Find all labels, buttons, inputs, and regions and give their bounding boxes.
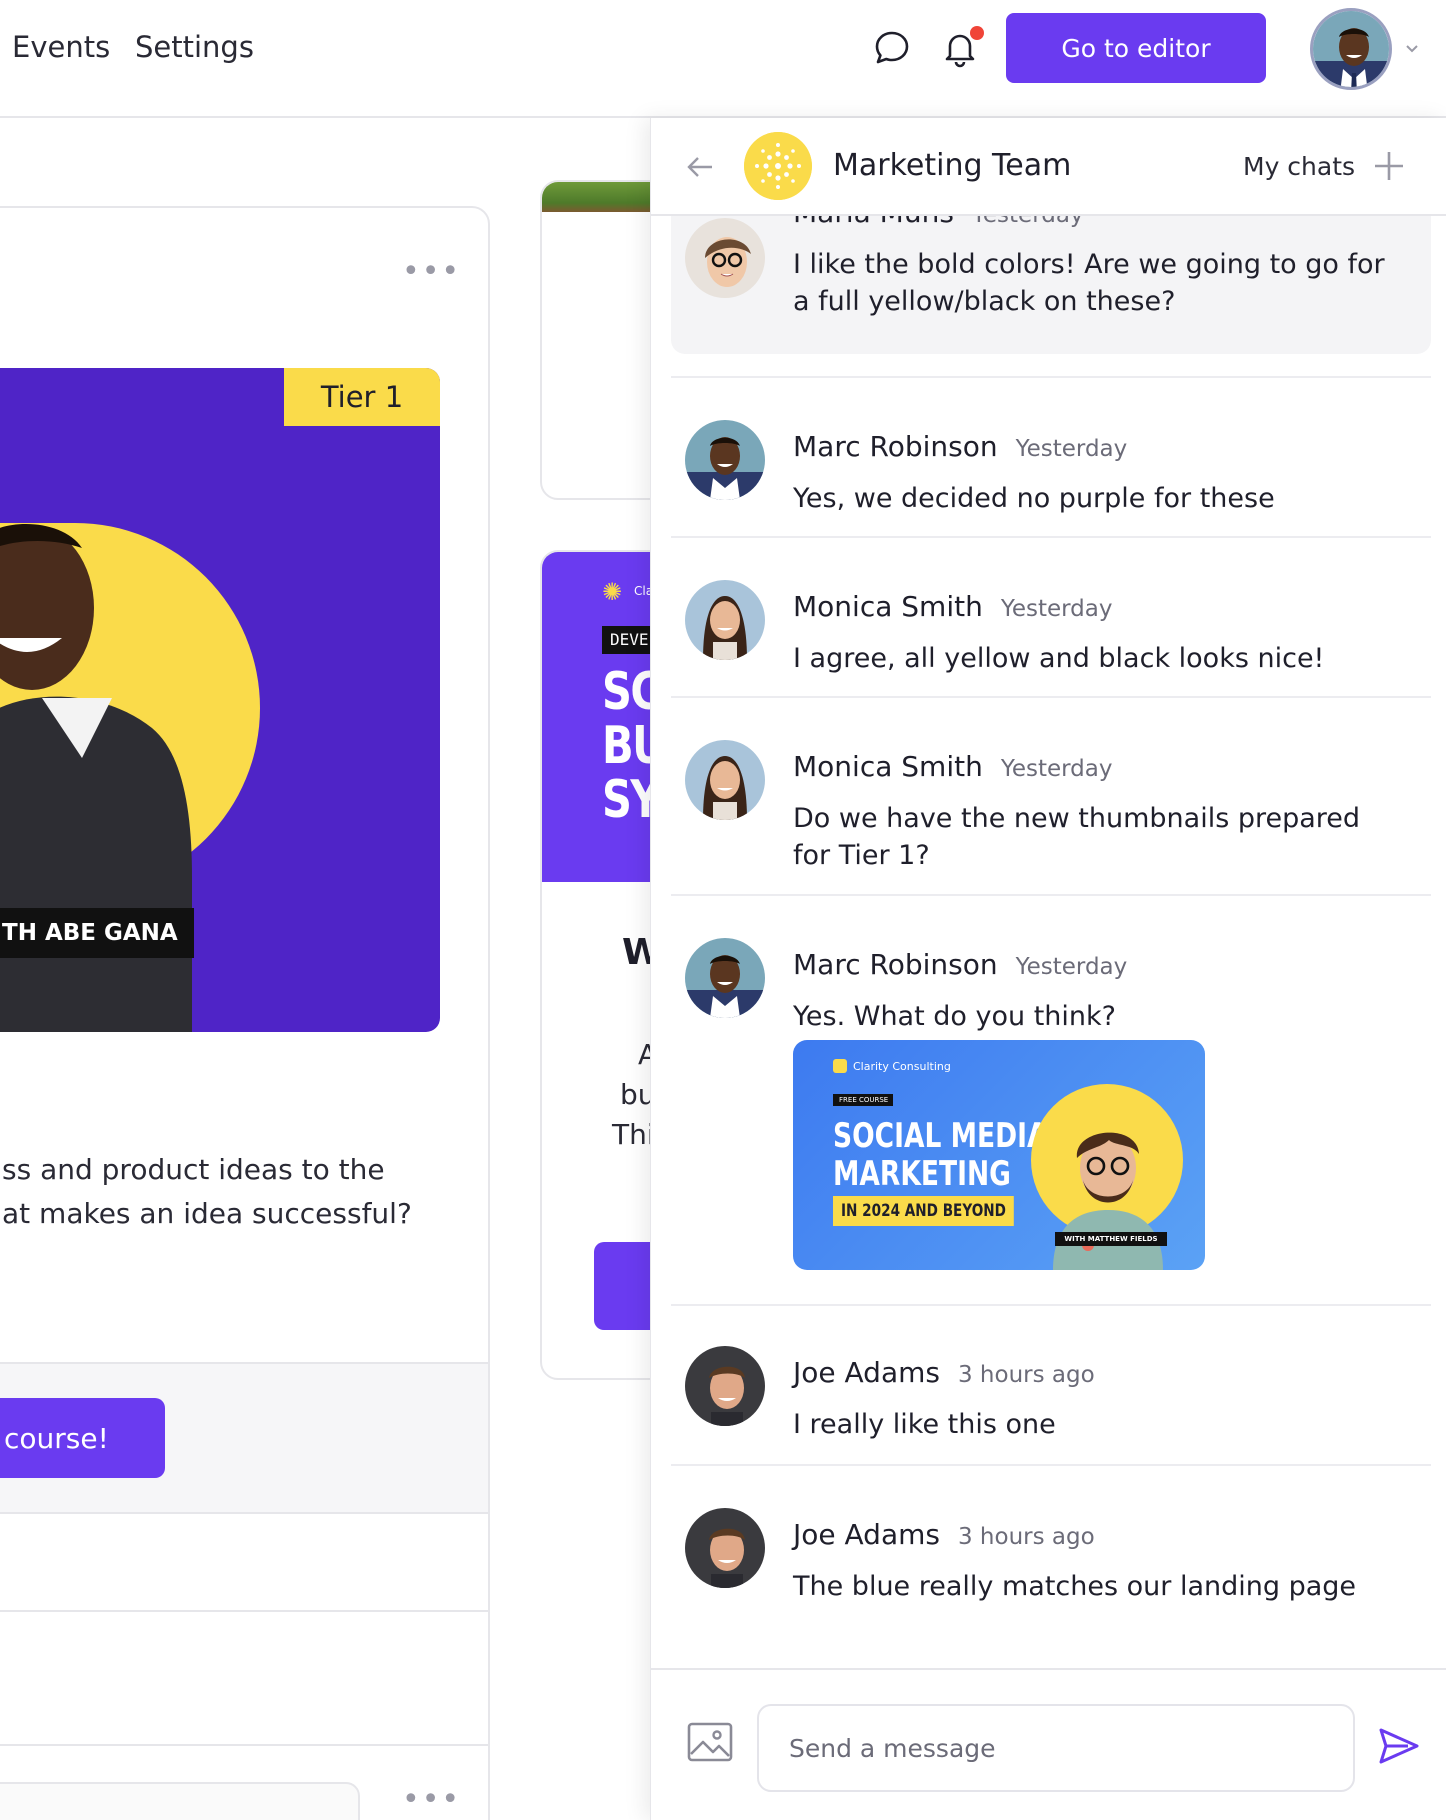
message-item[interactable]: Monica Smith Yesterday Do we have the new…	[671, 718, 1431, 894]
message-author: Marc Robinson Yesterday	[793, 430, 1127, 463]
message-text: I agree, all yellow and black looks nice…	[793, 643, 1325, 674]
attachment-subtitle: IN 2024 AND BEYOND	[833, 1196, 1014, 1226]
course-description-line-1: ss and product ideas to the	[2, 1153, 385, 1186]
author-name: Monica Smith	[793, 750, 983, 783]
brand-logo-icon	[833, 1059, 847, 1073]
author-name: Joe Adams	[793, 1518, 940, 1551]
message-author: Monica Smith Yesterday	[793, 750, 1112, 783]
avatar-image	[685, 580, 765, 660]
course-thumbnail: Tier 1 TH ABE GANA	[0, 368, 440, 1032]
avatar-image	[685, 740, 765, 820]
divider	[0, 1744, 488, 1746]
avatar	[685, 580, 765, 660]
nav-events[interactable]: Events	[12, 30, 110, 64]
message-composer	[651, 1668, 1446, 1820]
message-author: Joe Adams 3 hours ago	[793, 1356, 1095, 1389]
message-time: Yesterday	[1015, 436, 1128, 462]
more-icon[interactable]: •••	[402, 1782, 461, 1817]
message-text: The blue really matches our landing page	[793, 1571, 1357, 1602]
comment-input[interactable]	[0, 1782, 360, 1820]
nav-settings[interactable]: Settings	[135, 30, 254, 64]
message-text: I like the bold colors! Are we going to …	[793, 249, 1385, 317]
avatar	[685, 218, 765, 298]
avatar-image	[685, 420, 765, 500]
avatar-image	[685, 1508, 765, 1588]
divider	[0, 1610, 488, 1612]
avatar	[685, 1508, 765, 1588]
message-time: 3 hours ago	[957, 1524, 1095, 1550]
avatar-image	[685, 938, 765, 1018]
message-item[interactable]: Marc Robinson Yesterday Yes, we decided n…	[671, 398, 1431, 538]
more-icon[interactable]: •••	[402, 254, 461, 289]
attachment-title-line-1: SOCIAL MEDIA	[833, 1116, 1048, 1156]
chat-title: Marketing Team	[833, 148, 1072, 183]
message-item[interactable]: Joe Adams 3 hours ago I really like this …	[671, 1324, 1431, 1464]
divider	[671, 1464, 1431, 1466]
avatar-image	[685, 1346, 765, 1426]
avatar-image	[685, 218, 765, 298]
message-text: Yes, we decided no purple for these	[793, 483, 1275, 514]
team-logo-icon	[744, 132, 812, 200]
course-button[interactable]: course!	[0, 1398, 165, 1478]
attachment-thumbnail[interactable]: Clarity Consulting FREE COURSE SOCIAL ME…	[793, 1040, 1205, 1270]
chat-bubble-icon[interactable]	[872, 28, 912, 68]
message-author: Joe Adams 3 hours ago	[793, 1518, 1095, 1551]
divider	[671, 536, 1431, 538]
chevron-down-icon[interactable]	[1402, 38, 1422, 58]
course-description: ss and product ideas to the at makes an …	[2, 1148, 488, 1236]
my-chats-link[interactable]: My chats	[1243, 152, 1355, 181]
author-name: Marc Robinson	[793, 430, 998, 463]
go-to-editor-button[interactable]: Go to editor	[1006, 13, 1266, 83]
chat-panel: Marketing Team My chats Marla MunsYester…	[650, 118, 1446, 1820]
message-time: Yesterday	[1000, 756, 1113, 782]
avatar	[685, 938, 765, 1018]
attachment-strip: WITH MATTHEW FIELDS	[1055, 1232, 1167, 1246]
avatar	[685, 420, 765, 500]
message-time: Yesterday	[1015, 954, 1128, 980]
avatar	[685, 740, 765, 820]
message-text: Yes. What do you think?	[793, 1001, 1116, 1032]
notification-dot	[970, 26, 984, 40]
send-icon[interactable]	[1377, 1724, 1421, 1768]
card-text-line-3: Thi	[612, 1118, 655, 1151]
attachment-title-line-2: MARKETING	[833, 1154, 1011, 1194]
divider	[671, 376, 1431, 378]
message-time: 3 hours ago	[957, 1362, 1095, 1388]
user-avatar[interactable]	[1310, 8, 1392, 90]
divider	[671, 1304, 1431, 1306]
avatar	[685, 1346, 765, 1426]
message-author: Monica Smith Yesterday	[793, 590, 1112, 623]
brand-logo-icon: ✺	[602, 578, 623, 606]
user-avatar-image	[1313, 11, 1389, 87]
author-name: Marc Robinson	[793, 948, 998, 981]
presenter-strip: TH ABE GANA	[0, 908, 194, 958]
course-description-line-2: at makes an idea successful?	[2, 1197, 412, 1230]
message-text: I really like this one	[793, 1409, 1056, 1440]
attachment-brand: Clarity Consulting	[853, 1060, 951, 1073]
message-item[interactable]: Marla MunsYesterday ••• I like the bold …	[671, 196, 1431, 354]
top-nav-bar: Events Settings Go to editor	[0, 0, 1446, 118]
message-item[interactable]: Monica Smith Yesterday I agree, all yello…	[671, 558, 1431, 698]
tier-badge: Tier 1	[284, 368, 440, 426]
plus-icon[interactable]	[1371, 148, 1407, 184]
back-arrow-icon[interactable]	[685, 152, 715, 182]
divider	[671, 696, 1431, 698]
divider	[671, 894, 1431, 896]
image-upload-icon[interactable]	[687, 1722, 733, 1762]
author-name: Joe Adams	[793, 1356, 940, 1389]
message-item[interactable]: Joe Adams 3 hours ago The blue really mat…	[671, 1486, 1431, 1626]
attachment-tag: FREE COURSE	[833, 1094, 893, 1106]
chat-header: Marketing Team My chats	[651, 118, 1446, 216]
course-card: ••• Tier 1 TH ABE GANA ss and product id…	[0, 206, 490, 1820]
author-name: Monica Smith	[793, 590, 983, 623]
message-text: Do we have the new thumbnails prepared f…	[793, 803, 1361, 871]
message-input[interactable]	[757, 1704, 1355, 1792]
message-author: Marc Robinson Yesterday	[793, 948, 1127, 981]
message-time: Yesterday	[1000, 596, 1113, 622]
